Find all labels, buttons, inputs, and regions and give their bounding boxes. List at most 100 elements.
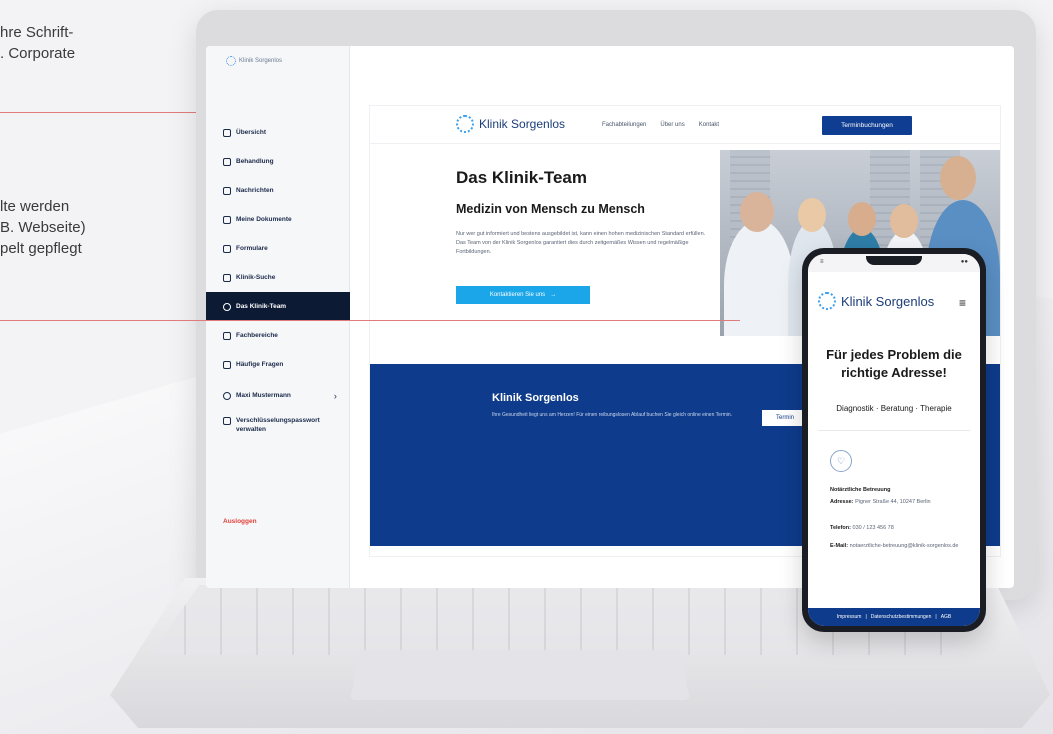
laptop-trackpad — [350, 650, 690, 700]
sidebar-item-label: Meine Dokumente — [236, 216, 292, 223]
question-icon — [223, 360, 231, 369]
sidebar-item-formulare[interactable]: Formulare — [206, 234, 350, 263]
sidebar-item-label: Formulare — [236, 245, 268, 252]
website-header: Klinik Sorgenlos Fachabteilungen Über un… — [370, 106, 1000, 144]
marketing-line: pelt gepflegt — [0, 240, 82, 257]
phone-logo[interactable]: Klinik Sorgenlos — [818, 292, 934, 310]
divider — [818, 430, 970, 431]
status-icons: ●● — [960, 259, 968, 265]
phone-status-bar: ≡ ●● — [808, 254, 980, 272]
sidebar-logo-text: Klinik Sorgenlos — [239, 58, 283, 64]
sidebar-item-password[interactable]: Verschlüsselungspasswort verwalten — [206, 410, 350, 444]
logo-icon — [226, 56, 236, 66]
arrow-right-icon: → — [550, 292, 557, 298]
terminbuchungen-button[interactable]: Terminbuchungen — [822, 116, 912, 135]
email-label: E-Mail: — [830, 543, 849, 549]
home-icon — [223, 128, 231, 137]
sidebar-item-label: Fachbereiche — [236, 332, 278, 339]
phone-headline: Für jedes Problem die richtige Adresse! — [826, 347, 962, 380]
phone-subline: Diagnostik · Beratung · Therapie — [836, 404, 952, 413]
team-icon — [223, 302, 231, 311]
sidebar-item-klinik-suche[interactable]: Klinik-Suche — [206, 263, 350, 292]
service-title: Notärztliche Betreuung — [830, 486, 960, 494]
photo-doctor-head — [740, 192, 774, 232]
marketing-text-bottom: lte werden B. Webseite) pelt gepflegt — [0, 196, 86, 259]
calendar-icon — [223, 157, 231, 166]
sidebar-item-label: Das Klinik-Team — [236, 303, 287, 310]
hero-title: Das Klinik-Team — [456, 168, 588, 187]
service-title-text: Notärztliche Betreuung — [830, 487, 891, 493]
phone-footer: Impressum | Datenschutzbestimmungen | AGB — [808, 608, 980, 626]
hospital-icon — [223, 273, 231, 282]
phone-value[interactable]: 030 / 123 456 78 — [853, 525, 894, 531]
marketing-line: hre Schrift- — [0, 24, 74, 41]
photo-doctor-head — [848, 202, 876, 236]
sidebar-item-label: Nachrichten — [236, 187, 274, 194]
sidebar-item-dokumente[interactable]: Meine Dokumente — [206, 205, 350, 234]
website-brand: Klinik Sorgenlos — [479, 117, 566, 131]
logo-icon — [818, 292, 836, 310]
booking-banner-title: Klinik Sorgenlos — [492, 392, 579, 404]
sidebar-item-uebersicht[interactable]: Übersicht — [206, 118, 350, 147]
sidebar-item-user[interactable]: Maxi Mustermann › — [206, 381, 350, 410]
hero-body: Nur wer gut informiert und bestens ausge… — [456, 231, 706, 255]
sidebar-item-fragen[interactable]: Häufige Fragen — [206, 350, 350, 379]
sidebar-item-label: Verschlüsselungspasswort verwalten — [236, 417, 320, 433]
marketing-text-top: hre Schrift- . Corporate — [0, 22, 75, 64]
phone-block: Telefon: 030 / 123 456 78 — [830, 524, 960, 532]
callout-line — [0, 320, 740, 321]
user-icon — [223, 391, 231, 400]
sidebar-item-label: Häufige Fragen — [236, 361, 284, 368]
sidebar-item-klinik-team[interactable]: Das Klinik-Team — [206, 292, 350, 321]
sidebar-item-label: Übersicht — [236, 129, 266, 136]
chat-icon — [223, 186, 231, 195]
logout-link[interactable]: Ausloggen — [223, 518, 257, 525]
footer-link-datenschutz[interactable]: Datenschutzbestimmungen — [871, 614, 932, 620]
sidebar-item-fachbereiche[interactable]: Fachbereiche — [206, 321, 350, 350]
sidebar-item-label: Behandlung — [236, 158, 274, 165]
user-name: Maxi Mustermann — [236, 392, 291, 399]
phone-notch — [866, 256, 922, 265]
browser-menu-icon: ≡ — [820, 259, 824, 265]
sidebar-logo[interactable]: Klinik Sorgenlos — [226, 56, 282, 66]
sidebar: Klinik Sorgenlos Übersicht Behandlung Na… — [206, 46, 350, 588]
hamburger-menu-icon[interactable]: ≡ — [959, 296, 966, 310]
footer-link-agb[interactable]: AGB — [941, 614, 952, 620]
photo-doctor-head — [890, 204, 918, 238]
chevron-right-icon: › — [333, 390, 337, 401]
stethoscope-icon: ♡ — [830, 450, 852, 472]
marketing-line: B. Webseite) — [0, 219, 86, 236]
nav-link-fachabteilungen[interactable]: Fachabteilungen — [602, 122, 646, 128]
address-block: Adresse: Pigner Straße 44, 10247 Berlin — [830, 498, 960, 506]
website-logo[interactable]: Klinik Sorgenlos — [456, 115, 565, 133]
marketing-line: . Corporate — [0, 45, 76, 62]
phone-label: Telefon: — [830, 525, 851, 531]
contact-button-label: Kontaktieren Sie uns — [489, 292, 546, 298]
clipboard-icon — [223, 244, 231, 253]
sidebar-item-label: Klinik-Suche — [236, 274, 276, 281]
grid-icon — [223, 331, 231, 340]
logo-icon — [456, 115, 474, 133]
photo-doctor — [724, 220, 794, 336]
folder-icon — [223, 215, 231, 224]
footer-link-impressum[interactable]: Impressum — [837, 614, 862, 620]
phone-brand: Klinik Sorgenlos — [841, 293, 935, 309]
contact-button[interactable]: Kontaktieren Sie uns → — [456, 286, 590, 304]
sidebar-item-nachrichten[interactable]: Nachrichten — [206, 176, 350, 205]
photo-doctor-head — [940, 156, 976, 200]
hero-subtitle: Medizin von Mensch zu Mensch — [456, 202, 645, 216]
sidebar-item-behandlung[interactable]: Behandlung — [206, 147, 350, 176]
photo-doctor-head — [798, 198, 826, 232]
sidebar-nav: Übersicht Behandlung Nachrichten Meine D… — [206, 118, 350, 444]
address-value: Pigner Straße 44, 10247 Berlin — [855, 499, 931, 505]
address-label: Adresse: — [830, 499, 854, 505]
email-block: E-Mail: notaerztliche-betreuung@klinik-s… — [830, 542, 960, 550]
booking-banner-text: Ihre Gesundheit liegt uns am Herzen! Für… — [492, 412, 733, 418]
marketing-line: lte werden — [0, 198, 70, 215]
nav-link-ueber-uns[interactable]: Über uns — [660, 122, 684, 128]
website-nav: Fachabteilungen Über uns Kontakt — [602, 122, 719, 128]
lock-icon — [223, 417, 231, 425]
phone-screen: ≡ ●● Klinik Sorgenlos ≡ Für jedes Proble… — [808, 254, 980, 626]
email-value[interactable]: notaerztliche-betreuung@klinik-sorgenlos… — [850, 543, 959, 549]
nav-link-kontakt[interactable]: Kontakt — [699, 122, 719, 128]
